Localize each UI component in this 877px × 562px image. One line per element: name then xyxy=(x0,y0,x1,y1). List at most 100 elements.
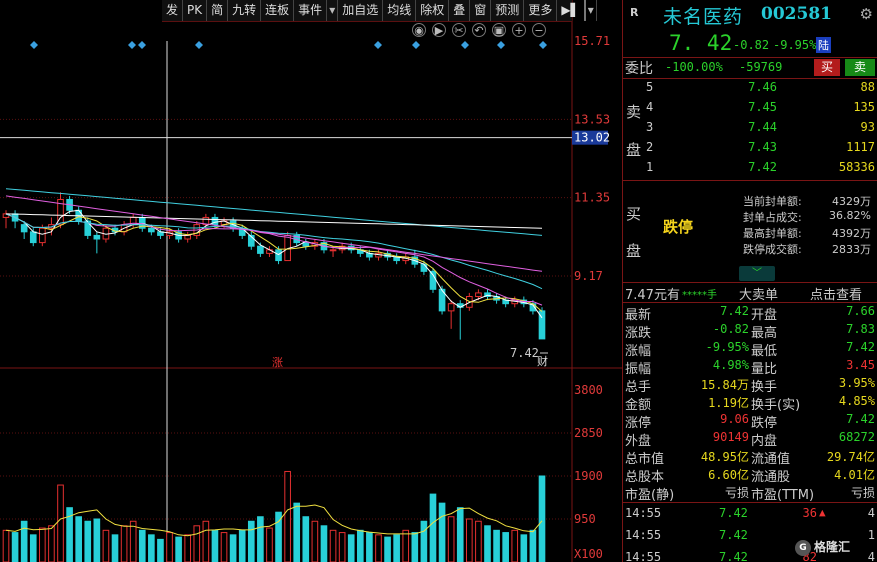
undo-icon[interactable]: ↶ xyxy=(472,23,486,37)
zoom-in-icon[interactable]: + xyxy=(512,23,526,37)
volume-axis-label: 950 xyxy=(574,512,596,526)
tab-detail-link[interactable]: 点击查看 xyxy=(810,284,862,303)
tab-big-orders[interactable]: 大卖单 xyxy=(739,284,778,303)
lock-icon[interactable]: ▣ xyxy=(492,23,506,37)
quote-value: 7.66 xyxy=(846,304,875,318)
volume-bar xyxy=(429,493,437,562)
toolbar-item-0[interactable]: 发 xyxy=(162,0,184,21)
kline-chart[interactable]: 15.71 13.53 11.35 9.17 3800 2850 1900 950 X100 13… xyxy=(0,0,622,562)
quote-number: 90149 xyxy=(712,430,749,444)
toolbar-dropdown-icon[interactable]: ▾ xyxy=(327,0,339,21)
toolbar-item-1[interactable]: PK xyxy=(183,0,208,21)
quote-key: 振幅 xyxy=(625,362,652,377)
volume-bar xyxy=(247,520,255,562)
zoom-out-icon[interactable]: − xyxy=(532,23,546,37)
volume-bar xyxy=(456,507,464,562)
tab-price[interactable]: 7.47元有 xyxy=(625,284,680,303)
toolbar-dropdown-icon[interactable]: ▾ xyxy=(586,0,597,21)
ask-row[interactable]: 1 7.42 58336 xyxy=(623,160,877,178)
quote-row: 总市值 48.95亿 流通值 29.74亿 xyxy=(623,448,877,467)
quote-value: 3.95% xyxy=(839,376,875,390)
ask-row[interactable]: 4 7.45 135 xyxy=(623,100,877,118)
scissors-icon[interactable]: ✂ xyxy=(452,23,466,37)
crosshair-price-label: 13.02 xyxy=(574,131,610,145)
candle-body xyxy=(29,231,37,244)
kline-chart-area[interactable]: 15.71 13.53 11.35 9.17 3800 2850 1900 950 X100 13… xyxy=(0,0,622,562)
quote-unit: 亿 xyxy=(862,468,875,482)
toolbar-item-11[interactable]: 窗 xyxy=(470,0,492,21)
toolbar-item-3[interactable]: 九转 xyxy=(228,0,262,21)
quote-value: -0.82 xyxy=(673,322,749,336)
toolbar-item-13[interactable]: 更多 xyxy=(524,0,558,21)
volume-bar xyxy=(375,534,382,562)
quote-unit: 万 xyxy=(736,378,749,392)
ask-level: 2 xyxy=(646,140,654,154)
quote-value: 亏损 xyxy=(673,484,749,501)
quote-key: 涨停 xyxy=(625,416,652,431)
quote-unit: 亿 xyxy=(736,396,749,410)
chart-tool-icons: ◉ ▶ ✂ ↶ ▣ + − xyxy=(412,23,546,39)
volume-bar xyxy=(293,502,301,562)
quote-key: 流通股 xyxy=(751,470,791,485)
toolbar-item-9[interactable]: 除权 xyxy=(416,0,450,21)
candle-body xyxy=(184,234,192,240)
seal-row: 跌停成交额: 2833万 xyxy=(743,241,871,257)
toolbar-item-5[interactable]: 事件 xyxy=(294,0,328,21)
volume-bar xyxy=(420,520,428,562)
chevron-down-icon[interactable]: ﹀ xyxy=(739,266,775,281)
candle-body xyxy=(211,216,219,226)
toolbar-item-4[interactable]: 连板 xyxy=(261,0,295,21)
quote-number: -9.95% xyxy=(705,340,749,354)
ask-row[interactable]: 5 7.46 88 xyxy=(623,80,877,98)
event-marker-icon xyxy=(138,41,146,49)
tick-price: 7.42 xyxy=(719,550,748,562)
buy-button[interactable]: 买 xyxy=(814,59,840,76)
weibi-pct: -100.00% xyxy=(665,60,723,74)
volume-unit-label: X100 xyxy=(574,547,603,561)
volume-bar xyxy=(329,529,337,562)
candle-body xyxy=(257,245,264,254)
rise-marker: 涨 xyxy=(272,356,283,369)
quote-value: 亏损 xyxy=(851,484,875,501)
ask-row[interactable]: 3 7.44 93 xyxy=(623,120,877,138)
quote-value: 7.42 xyxy=(846,340,875,354)
sell-button[interactable]: 卖 xyxy=(845,59,875,76)
eye-icon[interactable]: ◉ xyxy=(412,23,426,37)
toolbar-item-12[interactable]: 预测 xyxy=(491,0,525,21)
ask-row[interactable]: 2 7.43 1117 xyxy=(623,140,877,158)
current-price: 7. 42 xyxy=(669,31,733,55)
quote-row: 总手 15.84万 换手 3.95% xyxy=(623,376,877,395)
volume-bar xyxy=(447,516,455,562)
tick-price: 7.42 xyxy=(719,528,748,542)
candle-body xyxy=(39,227,46,244)
volume-bar xyxy=(266,527,273,562)
quote-row: 金额 1.19亿 换手(实) 4.85% xyxy=(623,394,877,413)
volume-bar xyxy=(202,520,210,562)
toolbar-item-8[interactable]: 均线 xyxy=(383,0,417,21)
quote-value: 1.19亿 xyxy=(673,394,749,411)
toolbar-arrow-icon[interactable]: ▶▌ xyxy=(557,0,586,21)
ask-price: 7.44 xyxy=(748,120,777,134)
quote-number: 3.45 xyxy=(846,358,875,372)
volume-bar xyxy=(57,484,64,562)
play-icon[interactable]: ▶ xyxy=(432,23,446,37)
ask-volume: 88 xyxy=(860,80,875,94)
volume-bar xyxy=(475,520,482,562)
gear-icon[interactable]: ⚙ xyxy=(860,5,873,23)
ask-price: 7.42 xyxy=(748,160,777,174)
volume-bar xyxy=(502,532,509,562)
quote-unit: 亿 xyxy=(736,450,749,464)
quote-key: 总市值 xyxy=(625,452,665,467)
tab-price-value: 7.47 xyxy=(625,288,654,303)
quote-key: 换手(实) xyxy=(751,398,801,413)
toolbar-item-10[interactable]: 叠 xyxy=(449,0,471,21)
volume-bar xyxy=(11,532,19,562)
toolbar-item-2[interactable]: 简 xyxy=(207,0,229,21)
price-change-pct: -9.95% xyxy=(773,38,817,52)
quote-row: 涨跌 -0.82 最高 7.83 xyxy=(623,322,877,341)
quote-number: 15.84 xyxy=(700,378,737,392)
r-label: R xyxy=(630,6,639,19)
volume-bar xyxy=(484,525,491,562)
toolbar-item-7[interactable]: 加自选 xyxy=(338,0,384,21)
quote-number: 7.42 xyxy=(846,340,875,354)
